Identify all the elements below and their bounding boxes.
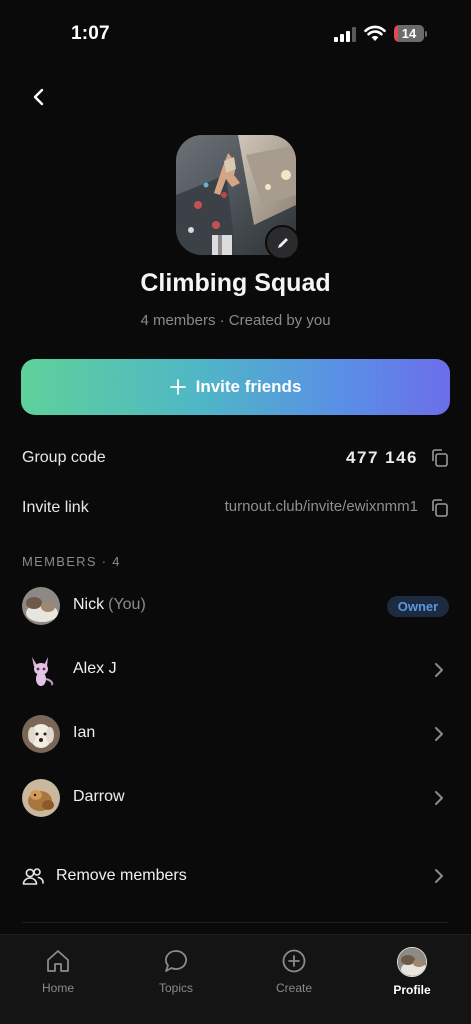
wifi-icon bbox=[364, 25, 386, 41]
tab-profile[interactable]: Profile bbox=[372, 947, 452, 997]
tab-label: Home bbox=[41, 981, 74, 995]
profile-avatar bbox=[397, 947, 427, 977]
member-row-ian[interactable]: Ian bbox=[0, 706, 471, 762]
copy-code-icon[interactable] bbox=[430, 448, 450, 468]
plus-icon bbox=[169, 379, 186, 395]
pencil-icon bbox=[277, 237, 288, 248]
avatar bbox=[22, 651, 60, 689]
chevron-right-icon bbox=[435, 869, 443, 883]
plus-circle-icon bbox=[282, 949, 306, 973]
group-code-value: 477 146 bbox=[346, 448, 418, 467]
chevron-left-icon bbox=[33, 88, 44, 106]
member-you-tag: (You) bbox=[108, 596, 146, 613]
tab-home[interactable]: Home bbox=[18, 947, 98, 995]
members-section-header: MEMBERS · 4 bbox=[22, 554, 121, 569]
remove-members-label: Remove members bbox=[56, 867, 187, 884]
group-name: Climbing Squad bbox=[140, 269, 331, 297]
tab-label: Profile bbox=[393, 983, 431, 997]
chat-bubble-icon bbox=[165, 950, 187, 972]
bottom-tab-bar: Home Topics Create Profile bbox=[0, 934, 471, 1024]
owner-badge: Owner bbox=[387, 596, 449, 617]
member-name: Darrow bbox=[73, 788, 125, 805]
chevron-right-icon bbox=[435, 663, 443, 677]
invite-friends-label: Invite friends bbox=[195, 377, 302, 396]
tab-topics[interactable]: Topics bbox=[136, 947, 216, 995]
avatar bbox=[22, 587, 60, 625]
status-bar: 1:07 14 bbox=[0, 0, 471, 70]
tab-create[interactable]: Create bbox=[254, 947, 334, 995]
member-row-alex-j[interactable]: Alex J bbox=[0, 642, 471, 698]
tab-label: Topics bbox=[158, 981, 193, 995]
chevron-right-icon bbox=[435, 727, 443, 741]
battery-percent: 14 bbox=[401, 26, 417, 41]
tab-label: Create bbox=[275, 981, 313, 995]
invite-link-value[interactable]: turnout.club/invite/ewixnmm1 bbox=[225, 498, 418, 515]
avatar bbox=[22, 779, 60, 817]
invite-link-label: Invite link bbox=[22, 499, 89, 516]
chevron-right-icon bbox=[435, 791, 443, 805]
member-name: Alex J bbox=[73, 660, 117, 677]
edit-photo-button[interactable] bbox=[265, 225, 300, 260]
member-row-nick[interactable]: Nick (You) Owner bbox=[0, 578, 471, 634]
users-icon bbox=[22, 868, 44, 885]
back-button[interactable] bbox=[24, 82, 54, 112]
invite-friends-button[interactable]: Invite friends bbox=[21, 359, 450, 415]
remove-members-button[interactable]: Remove members bbox=[0, 850, 471, 902]
status-time: 1:07 bbox=[71, 23, 110, 44]
avatar bbox=[22, 715, 60, 753]
cellular-signal-icon bbox=[334, 27, 358, 42]
member-name: Ian bbox=[73, 724, 96, 741]
group-code-label: Group code bbox=[22, 449, 106, 466]
home-icon bbox=[47, 950, 69, 972]
copy-link-icon[interactable] bbox=[430, 498, 450, 518]
group-meta: 4 members · Created by you bbox=[140, 312, 331, 329]
member-row-darrow[interactable]: Darrow bbox=[0, 770, 471, 826]
member-name: Nick (You) bbox=[73, 596, 146, 613]
divider bbox=[22, 922, 449, 923]
battery-icon: 14 bbox=[394, 25, 428, 42]
